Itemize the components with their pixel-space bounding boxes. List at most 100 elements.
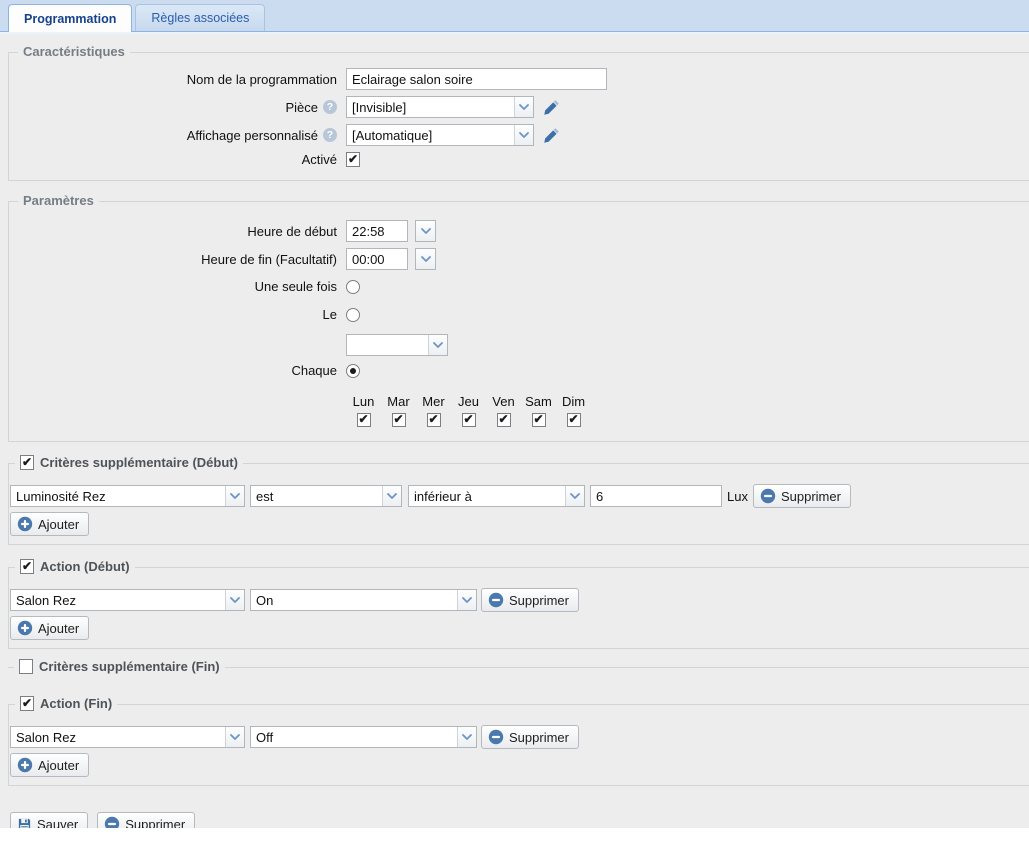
day-label: Mer — [422, 394, 444, 409]
combo-trigger[interactable] — [457, 727, 476, 747]
supprimer-button[interactable]: Supprimer — [97, 812, 195, 828]
criteria-ajouter-label: Ajouter — [38, 517, 79, 532]
day-lun-checkbox[interactable] — [357, 413, 371, 427]
date-combobox[interactable] — [346, 334, 448, 356]
combo-trigger[interactable] — [225, 727, 244, 747]
tab-regles-associees[interactable]: Règles associées — [135, 4, 265, 31]
criteria-device-value: Luminosité Rez — [11, 486, 225, 506]
minus-icon — [104, 816, 120, 828]
piece-label-wrap: Pièce ? — [9, 100, 342, 115]
fieldset-caracteristiques-title: Caractéristiques — [23, 44, 125, 59]
criteres-debut-enable-checkbox[interactable] — [20, 455, 34, 470]
day-jeu-checkbox[interactable] — [462, 413, 476, 427]
une-seule-fois-radio[interactable] — [346, 280, 360, 294]
combo-trigger[interactable] — [457, 590, 476, 610]
fieldset-parametres-title: Paramètres — [23, 193, 94, 208]
combo-trigger[interactable] — [514, 97, 533, 117]
affichage-combobox-value: [Automatique] — [347, 125, 514, 145]
action-fin-state-combobox[interactable]: Off — [250, 726, 477, 748]
day-mar-checkbox[interactable] — [392, 413, 406, 427]
heure-debut-combobox[interactable]: 22:58 — [346, 220, 408, 242]
combo-trigger[interactable] — [382, 486, 401, 506]
affichage-label: Affichage personnalisé — [187, 128, 318, 143]
affichage-edit-button[interactable] — [543, 127, 560, 144]
action-debut-enable-checkbox[interactable] — [20, 559, 34, 574]
help-icon[interactable]: ? — [323, 100, 337, 114]
chevron-down-icon — [433, 342, 443, 349]
fieldset-criteres-fin: Critères supplémentaire (Fin) — [8, 667, 1029, 677]
heure-fin-combobox[interactable]: 00:00 — [346, 248, 408, 270]
action-debut-state-value: On — [251, 590, 457, 610]
active-checkbox[interactable] — [346, 152, 360, 167]
combo-trigger[interactable] — [225, 590, 244, 610]
day-column: Jeu — [451, 394, 486, 427]
le-radio[interactable] — [346, 308, 360, 322]
piece-combobox[interactable]: [Invisible] — [346, 96, 534, 118]
plus-icon — [17, 620, 33, 636]
piece-label: Pièce — [285, 100, 318, 115]
day-column: Mar — [381, 394, 416, 427]
action-fin-supprimer-button[interactable]: Supprimer — [481, 725, 579, 749]
criteria-comparison-combobox[interactable]: inférieur à — [408, 485, 585, 507]
criteria-device-combobox[interactable]: Luminosité Rez — [10, 485, 245, 507]
chevron-down-icon — [230, 597, 240, 604]
affichage-combobox[interactable]: [Automatique] — [346, 124, 534, 146]
day-mer-checkbox[interactable] — [427, 413, 441, 427]
action-fin-enable-checkbox[interactable] — [20, 696, 34, 711]
day-ven-checkbox[interactable] — [497, 413, 511, 427]
chevron-down-icon — [230, 734, 240, 741]
action-debut-state-combobox[interactable]: On — [250, 589, 477, 611]
day-dim-checkbox[interactable] — [567, 413, 581, 427]
heure-debut-value: 22:58 — [347, 221, 407, 241]
combo-trigger[interactable] — [514, 125, 533, 145]
action-debut-ajouter-label: Ajouter — [38, 621, 79, 636]
day-label: Jeu — [458, 394, 479, 409]
sauver-label: Sauver — [37, 817, 78, 829]
criteria-operator-combobox[interactable]: est — [250, 485, 402, 507]
action-debut-supprimer-label: Supprimer — [509, 593, 569, 608]
criteria-comparison-value: inférieur à — [409, 486, 565, 506]
chevron-down-icon — [421, 256, 431, 263]
day-label: Mar — [387, 394, 409, 409]
chaque-label: Chaque — [9, 363, 342, 378]
combo-trigger[interactable] — [428, 335, 447, 355]
sauver-button[interactable]: Sauver — [10, 812, 88, 828]
fieldset-caracteristiques: Caractéristiques Nom de la programmation… — [8, 52, 1029, 181]
plus-icon — [17, 757, 33, 773]
heure-debut-trigger[interactable] — [415, 220, 436, 242]
footer-toolbar: Sauver Supprimer — [10, 812, 1029, 828]
chaque-radio[interactable] — [346, 364, 360, 378]
criteria-operator-value: est — [251, 486, 382, 506]
affichage-label-wrap: Affichage personnalisé ? — [9, 128, 342, 143]
date-combobox-value — [347, 335, 428, 355]
day-sam-checkbox[interactable] — [532, 413, 546, 427]
help-icon[interactable]: ? — [323, 128, 337, 142]
chevron-down-icon — [230, 493, 240, 500]
action-fin-device-combobox[interactable]: Salon Rez — [10, 726, 245, 748]
nom-programmation-input[interactable] — [346, 68, 607, 90]
heure-fin-label: Heure de fin (Facultatif) — [9, 252, 342, 267]
tab-programmation[interactable]: Programmation — [8, 4, 132, 32]
criteres-fin-enable-checkbox[interactable] — [19, 659, 33, 674]
fieldset-action-debut-title: Action (Début) — [40, 559, 130, 574]
criteria-value-input[interactable] — [590, 485, 722, 507]
fieldset-action-fin: Action (Fin) Salon Rez Off Supprimer — [8, 704, 1029, 786]
fieldset-criteres-debut-legend: Critères supplémentaire (Début) — [15, 455, 243, 470]
fieldset-action-debut: Action (Début) Salon Rez On Supprimer — [8, 567, 1029, 649]
criteria-ajouter-button[interactable]: Ajouter — [10, 512, 89, 536]
action-fin-state-value: Off — [251, 727, 457, 747]
combo-trigger[interactable] — [565, 486, 584, 506]
combo-trigger[interactable] — [225, 486, 244, 506]
criteria-supprimer-label: Supprimer — [781, 489, 841, 504]
heure-fin-trigger[interactable] — [415, 248, 436, 270]
day-label: Dim — [562, 394, 585, 409]
piece-edit-button[interactable] — [543, 99, 560, 116]
action-fin-ajouter-button[interactable]: Ajouter — [10, 753, 89, 777]
action-debut-ajouter-button[interactable]: Ajouter — [10, 616, 89, 640]
day-column: Sam — [521, 394, 556, 427]
plus-icon — [17, 516, 33, 532]
criteria-supprimer-button[interactable]: Supprimer — [753, 484, 851, 508]
action-debut-device-combobox[interactable]: Salon Rez — [10, 589, 245, 611]
action-debut-supprimer-button[interactable]: Supprimer — [481, 588, 579, 612]
day-label: Ven — [492, 394, 514, 409]
